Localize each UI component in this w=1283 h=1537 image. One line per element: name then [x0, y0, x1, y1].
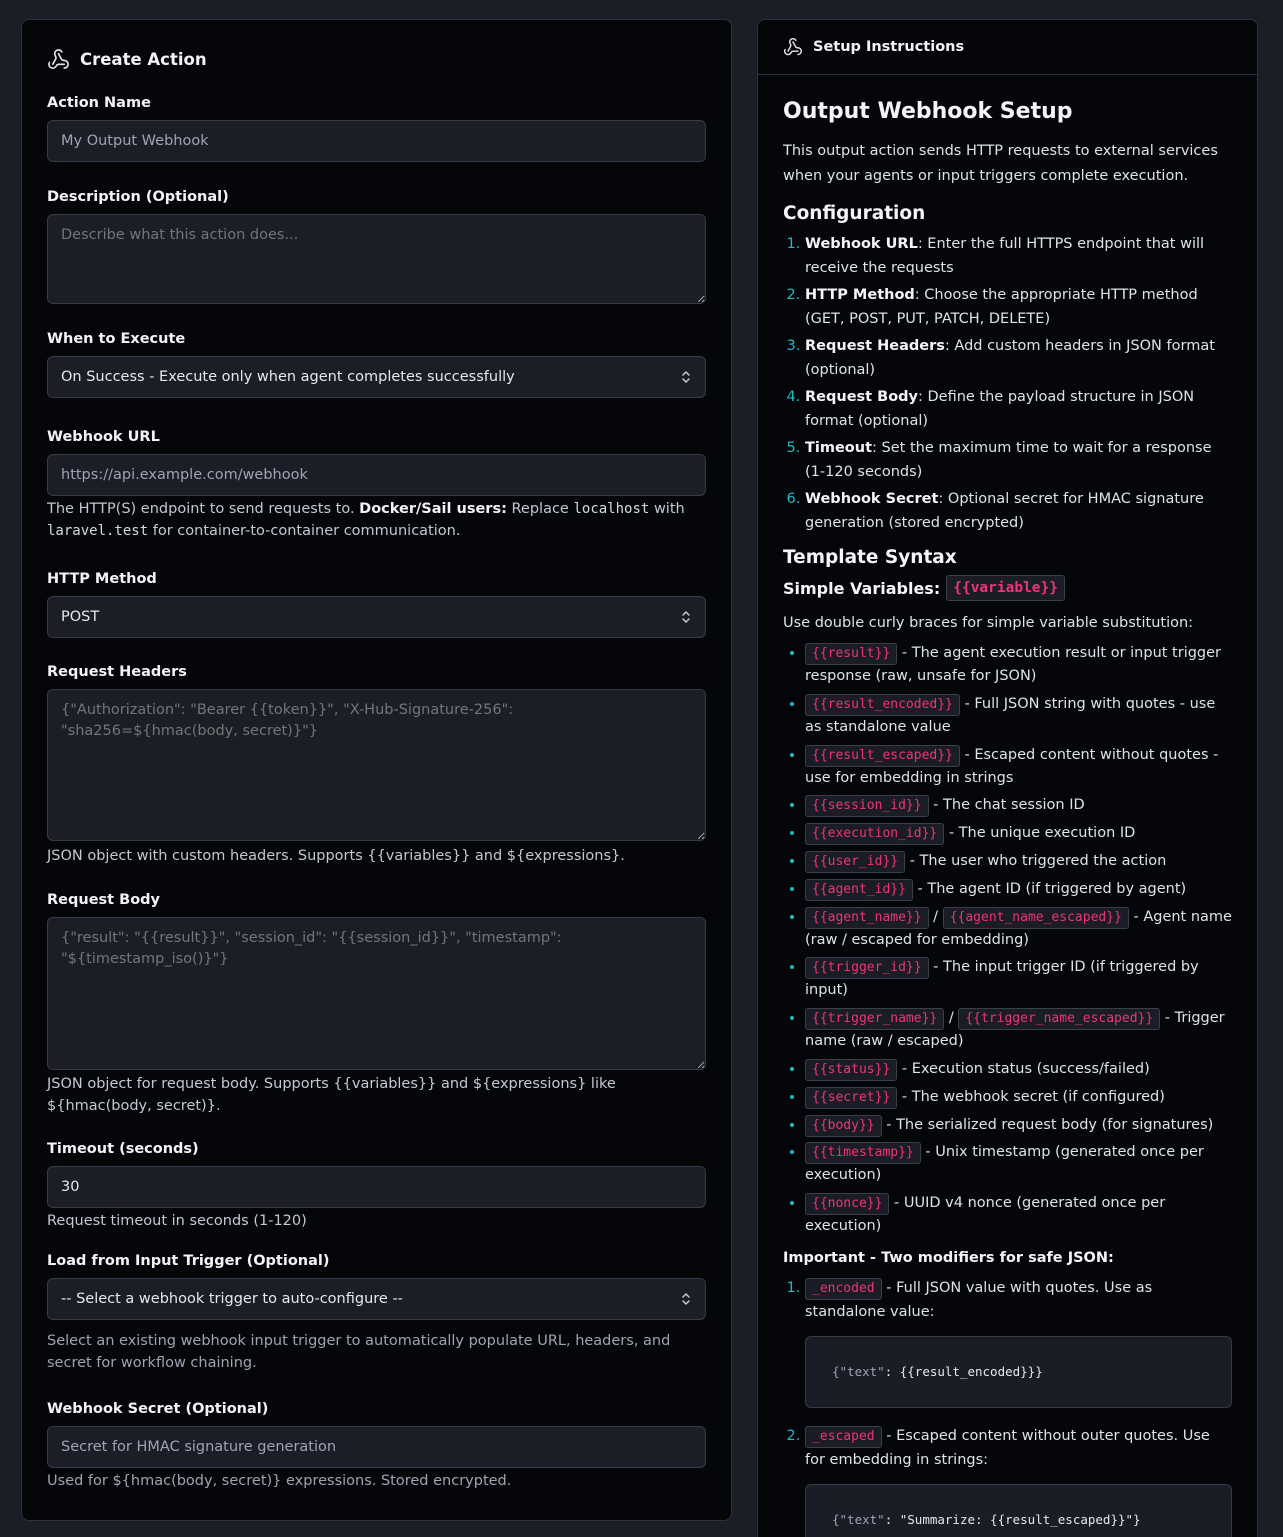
modifiers-list: _encoded - Full JSON value with quotes. …	[783, 1276, 1232, 1537]
panel-header: Create Action	[47, 44, 706, 74]
config-item: Timeout: Set the maximum time to wait fo…	[805, 436, 1232, 484]
setup-instructions-title: Setup Instructions	[813, 39, 965, 55]
config-item: Webhook URL: Enter the full HTTPS endpoi…	[805, 232, 1232, 280]
variable-item: {{result_escaped}} - Escaped content wit…	[805, 744, 1232, 790]
variable-item: {{trigger_id}} - The input trigger ID (i…	[805, 956, 1232, 1002]
variable-token: {{secret}}	[805, 1086, 898, 1109]
variable-token: {{timestamp}}	[805, 1142, 921, 1165]
template-syntax-heading: Template Syntax	[783, 547, 957, 568]
variable-token: {{agent_name}}	[805, 906, 929, 929]
config-item: Request Body: Define the payload structu…	[805, 385, 1232, 433]
variable-token: {{trigger_name_escaped}}	[958, 1008, 1161, 1031]
webhook-url-help: The HTTP(S) endpoint to send requests to…	[47, 501, 685, 539]
config-item: Webhook Secret: Optional secret for HMAC…	[805, 487, 1232, 535]
variable-item: {{body}} - The serialized request body (…	[805, 1114, 1232, 1137]
request-body-label: Request Body	[47, 892, 160, 908]
http-method-value: POST	[61, 609, 100, 625]
variable-item: {{user_id}} - The user who triggered the…	[805, 850, 1232, 873]
variable-item: {{status}} - Execution status (success/f…	[805, 1058, 1232, 1081]
simple-variables-heading: Simple Variables: {{variable}}	[783, 575, 1232, 601]
variables-list: {{result}} - The agent execution result …	[783, 642, 1232, 1238]
variable-token: {{agent_name_escaped}}	[942, 906, 1129, 929]
timeout-label: Timeout (seconds)	[47, 1141, 199, 1157]
modifier-item: _escaped - Escaped content without outer…	[805, 1424, 1232, 1537]
http-method-label: HTTP Method	[47, 571, 157, 587]
modifier-item: _encoded - Full JSON value with quotes. …	[805, 1276, 1232, 1409]
description-textarea[interactable]	[47, 214, 706, 304]
variable-token: {{result}}	[805, 643, 898, 665]
variable-item: {{execution_id}} - The unique execution …	[805, 822, 1232, 846]
variable-token: {{trigger_name}}	[805, 1008, 945, 1031]
webhook-url-input[interactable]: https://api.example.com/webhook	[47, 454, 706, 496]
create-action-panel: Create Action Action Name My Output Webh…	[21, 19, 732, 1521]
variable-item: {{result_encoded}} - Full JSON string wi…	[805, 693, 1232, 739]
variable-token: {{session_id}}	[805, 795, 929, 818]
webhook-icon	[783, 37, 802, 56]
request-headers-label: Request Headers	[47, 664, 187, 680]
variable-item: {{result}} - The agent execution result …	[805, 642, 1232, 688]
chevron-up-down-icon	[682, 1293, 690, 1305]
configuration-heading: Configuration	[783, 203, 926, 224]
webhook-secret-help: Used for ${hmac(body, secret)} expressio…	[47, 1473, 512, 1489]
setup-instructions-header: Setup Instructions	[758, 20, 1257, 75]
variable-item: {{secret}} - The webhook secret (if conf…	[805, 1086, 1232, 1109]
variable-token: {{body}}	[805, 1114, 882, 1137]
variable-item: {{agent_name}} / {{agent_name_escaped}} …	[805, 906, 1232, 952]
variable-item: {{nonce}} - UUID v4 nonce (generated onc…	[805, 1192, 1232, 1238]
when-to-execute-value: On Success - Execute only when agent com…	[61, 369, 515, 385]
variable-token: {{trigger_id}}	[805, 957, 929, 980]
webhook-secret-input[interactable]: Secret for HMAC signature generation	[47, 1426, 706, 1468]
variable-item: {{trigger_name}} / {{trigger_name_escape…	[805, 1007, 1232, 1053]
modifier-token: _escaped	[805, 1426, 882, 1449]
modifier-token: _encoded	[805, 1278, 882, 1301]
request-headers-textarea[interactable]	[47, 689, 706, 841]
when-to-execute-label: When to Execute	[47, 331, 186, 347]
action-name-input[interactable]: My Output Webhook	[47, 120, 706, 162]
code-example: {"text": "Summarize: {{result_escaped}}"…	[805, 1484, 1232, 1537]
panel-title: Create Action	[80, 49, 207, 69]
variable-token: {{variable}}	[946, 575, 1065, 601]
variable-token: {{execution_id}}	[805, 823, 945, 846]
page-title: Output Webhook Setup	[783, 99, 1073, 124]
code-example: {"text": {{result_encoded}}}	[805, 1336, 1232, 1409]
important-heading: Important - Two modifiers for safe JSON:	[783, 1250, 1114, 1267]
variable-token: {{result_escaped}}	[805, 744, 960, 767]
variable-token: {{agent_id}}	[805, 878, 913, 901]
chevron-up-down-icon	[682, 371, 690, 383]
configuration-list: Webhook URL: Enter the full HTTPS endpoi…	[783, 232, 1232, 535]
variable-token: {{nonce}}	[805, 1193, 890, 1216]
simple-variables-desc: Use double curly braces for simple varia…	[783, 615, 1194, 631]
input-trigger-label: Load from Input Trigger (Optional)	[47, 1253, 330, 1269]
variable-item: {{agent_id}} - The agent ID (if triggere…	[805, 878, 1232, 901]
config-item: Request Headers: Add custom headers in J…	[805, 334, 1232, 382]
timeout-help: Request timeout in seconds (1-120)	[47, 1213, 307, 1229]
action-name-label: Action Name	[47, 95, 151, 111]
setup-instructions-panel: Setup Instructions Output Webhook Setup …	[757, 19, 1258, 1537]
config-item: HTTP Method: Choose the appropriate HTTP…	[805, 283, 1232, 331]
variable-item: {{session_id}} - The chat session ID	[805, 794, 1232, 818]
request-body-textarea[interactable]	[47, 917, 706, 1070]
timeout-input[interactable]: 30	[47, 1166, 706, 1208]
request-body-help: JSON object for request body. Supports {…	[47, 1076, 616, 1114]
webhook-secret-label: Webhook Secret (Optional)	[47, 1401, 269, 1417]
variable-item: {{timestamp}} - Unix timestamp (generate…	[805, 1141, 1232, 1187]
variable-token: {{user_id}}	[805, 850, 906, 873]
variable-token: {{status}}	[805, 1058, 898, 1081]
webhook-icon	[48, 48, 69, 69]
input-trigger-value: -- Select a webhook trigger to auto-conf…	[61, 1291, 403, 1307]
chevron-up-down-icon	[682, 611, 690, 623]
variable-token: {{result_encoded}}	[805, 693, 960, 716]
webhook-url-label: Webhook URL	[47, 429, 160, 445]
when-to-execute-select[interactable]: On Success - Execute only when agent com…	[47, 356, 706, 398]
http-method-select[interactable]: POST	[47, 596, 706, 638]
intro-text: This output action sends HTTP requests t…	[783, 143, 1218, 184]
request-headers-help: JSON object with custom headers. Support…	[47, 848, 625, 864]
description-label: Description (Optional)	[47, 189, 229, 205]
input-trigger-select[interactable]: -- Select a webhook trigger to auto-conf…	[47, 1278, 706, 1320]
input-trigger-help: Select an existing webhook input trigger…	[47, 1333, 671, 1371]
